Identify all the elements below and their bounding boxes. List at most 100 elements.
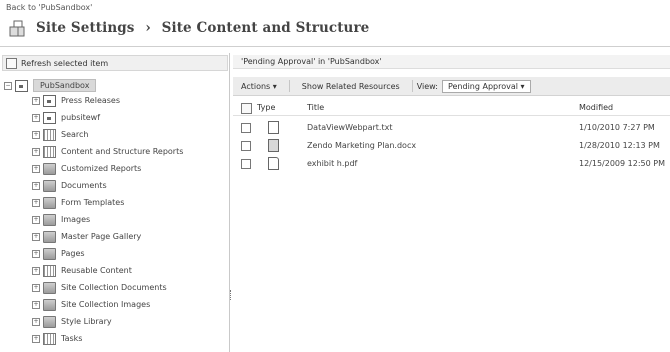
word-file-icon: [268, 139, 279, 152]
row-checkbox[interactable]: [241, 123, 251, 133]
library-icon: [43, 162, 56, 175]
expand-icon[interactable]: +: [32, 283, 40, 292]
image-library-icon: [43, 213, 56, 226]
view-select-value: Pending Approval: [447, 81, 518, 91]
row-checkbox[interactable]: [241, 159, 251, 169]
table-row[interactable]: exhibit h.pdf 12/15/2009 12:50 PM: [233, 155, 670, 173]
expand-icon[interactable]: +: [32, 147, 40, 156]
tree-item-label[interactable]: Search: [61, 130, 88, 139]
tree-item-label[interactable]: Pages: [61, 249, 85, 258]
library-icon: [43, 298, 56, 311]
text-file-icon: [268, 121, 279, 134]
page-title: Site Settings › Site Content and Structu…: [8, 18, 369, 38]
tree-item-documents[interactable]: + Documents: [32, 178, 107, 193]
toolbar: Actions ▾ Show Related Resources View: P…: [233, 77, 670, 96]
page-header: Back to 'PubSandbox' Site Settings › Sit…: [0, 0, 670, 47]
row-modified: 1/28/2010 12:13 PM: [579, 141, 660, 150]
tree-root[interactable]: − PubSandbox: [4, 78, 97, 93]
expand-icon[interactable]: +: [32, 130, 40, 139]
tree-item-press-releases[interactable]: + Press Releases: [32, 93, 120, 108]
refresh-selected-item-button[interactable]: Refresh selected item: [2, 55, 228, 71]
title-site-settings[interactable]: Site Settings: [36, 20, 135, 36]
toolbar-divider: [411, 80, 413, 92]
tree-item-pubsitewf[interactable]: + pubsitewf: [32, 110, 100, 125]
row-checkbox[interactable]: [241, 141, 251, 151]
tree-item-label[interactable]: Form Templates: [61, 198, 124, 207]
list-icon: [43, 145, 56, 158]
library-icon: [43, 315, 56, 328]
expand-icon[interactable]: +: [32, 113, 40, 122]
toolbar-divider: [288, 80, 290, 92]
tree-item-label[interactable]: Site Collection Documents: [61, 283, 167, 292]
title-separator: ›: [145, 20, 151, 36]
site-icon: [43, 94, 56, 107]
expand-icon[interactable]: +: [32, 164, 40, 173]
content-pane: 'Pending Approval' in 'PubSandbox' Actio…: [233, 53, 670, 352]
tree-item-label[interactable]: Press Releases: [61, 96, 120, 105]
row-modified: 1/10/2010 7:27 PM: [579, 123, 655, 132]
tree-item-content-structure-reports[interactable]: + Content and Structure Reports: [32, 144, 183, 159]
tree-item-label[interactable]: Reusable Content: [61, 266, 132, 275]
expand-icon[interactable]: +: [32, 181, 40, 190]
tree-item-images[interactable]: + Images: [32, 212, 90, 227]
expand-icon[interactable]: +: [32, 198, 40, 207]
tasks-icon: [43, 332, 56, 345]
tree-item-label[interactable]: Style Library: [61, 317, 112, 326]
tree-item-label[interactable]: Customized Reports: [61, 164, 141, 173]
tree-item-label[interactable]: Images: [61, 215, 90, 224]
tree-item-label[interactable]: pubsitewf: [61, 113, 100, 122]
site-settings-icon: [9, 20, 25, 37]
context-title: 'Pending Approval' in 'PubSandbox': [233, 55, 670, 69]
expand-icon[interactable]: +: [32, 266, 40, 275]
tree-item-label[interactable]: Tasks: [61, 334, 82, 343]
column-type[interactable]: Type: [257, 103, 275, 112]
expand-icon[interactable]: +: [32, 300, 40, 309]
tree-item-label[interactable]: Content and Structure Reports: [61, 147, 183, 156]
tree-item-form-templates[interactable]: + Form Templates: [32, 195, 124, 210]
actions-menu[interactable]: Actions ▾: [233, 80, 285, 93]
site-icon: [15, 79, 28, 92]
table-header: Type Title Modified: [233, 101, 670, 116]
select-all-icon[interactable]: [241, 103, 252, 114]
back-link[interactable]: Back to 'PubSandbox': [6, 3, 92, 12]
expand-icon[interactable]: +: [32, 249, 40, 258]
tree-item-tasks[interactable]: + Tasks: [32, 331, 82, 346]
library-icon: [43, 281, 56, 294]
tree-item-label[interactable]: Site Collection Images: [61, 300, 150, 309]
view-label: View:: [416, 81, 438, 91]
actions-label: Actions: [241, 81, 271, 91]
show-related-resources-button[interactable]: Show Related Resources: [294, 80, 408, 93]
row-title[interactable]: DataViewWebpart.txt: [307, 123, 392, 132]
view-select[interactable]: Pending Approval ▾: [441, 79, 531, 93]
list-icon: [43, 264, 56, 277]
expand-icon[interactable]: +: [32, 215, 40, 224]
column-title[interactable]: Title: [307, 103, 324, 112]
tree-item-master-page-gallery[interactable]: + Master Page Gallery: [32, 229, 141, 244]
tree-item-search[interactable]: + Search: [32, 127, 88, 142]
tree-item-style-library[interactable]: + Style Library: [32, 314, 112, 329]
table-row[interactable]: Zendo Marketing Plan.docx 1/28/2010 12:1…: [233, 137, 670, 155]
tree-item-site-collection-images[interactable]: + Site Collection Images: [32, 297, 150, 312]
tree-item-pages[interactable]: + Pages: [32, 246, 85, 261]
row-title[interactable]: Zendo Marketing Plan.docx: [307, 141, 416, 150]
library-icon: [43, 247, 56, 260]
collapse-icon[interactable]: −: [4, 81, 12, 90]
library-icon: [43, 179, 56, 192]
expand-icon[interactable]: +: [32, 334, 40, 343]
library-icon: [43, 230, 56, 243]
expand-icon[interactable]: +: [32, 317, 40, 326]
refresh-icon: [6, 57, 17, 69]
column-modified[interactable]: Modified: [579, 103, 613, 112]
search-site-icon: [43, 128, 56, 141]
row-modified: 12/15/2009 12:50 PM: [579, 159, 665, 168]
tree-item-label[interactable]: Documents: [61, 181, 107, 190]
table-row[interactable]: DataViewWebpart.txt 1/10/2010 7:27 PM: [233, 119, 670, 137]
tree-root-label[interactable]: PubSandbox: [33, 79, 97, 92]
expand-icon[interactable]: +: [32, 96, 40, 105]
row-title[interactable]: exhibit h.pdf: [307, 159, 357, 168]
expand-icon[interactable]: +: [32, 232, 40, 241]
tree-item-customized-reports[interactable]: + Customized Reports: [32, 161, 141, 176]
tree-item-label[interactable]: Master Page Gallery: [61, 232, 141, 241]
tree-item-site-collection-documents[interactable]: + Site Collection Documents: [32, 280, 167, 295]
tree-item-reusable-content[interactable]: + Reusable Content: [32, 263, 132, 278]
